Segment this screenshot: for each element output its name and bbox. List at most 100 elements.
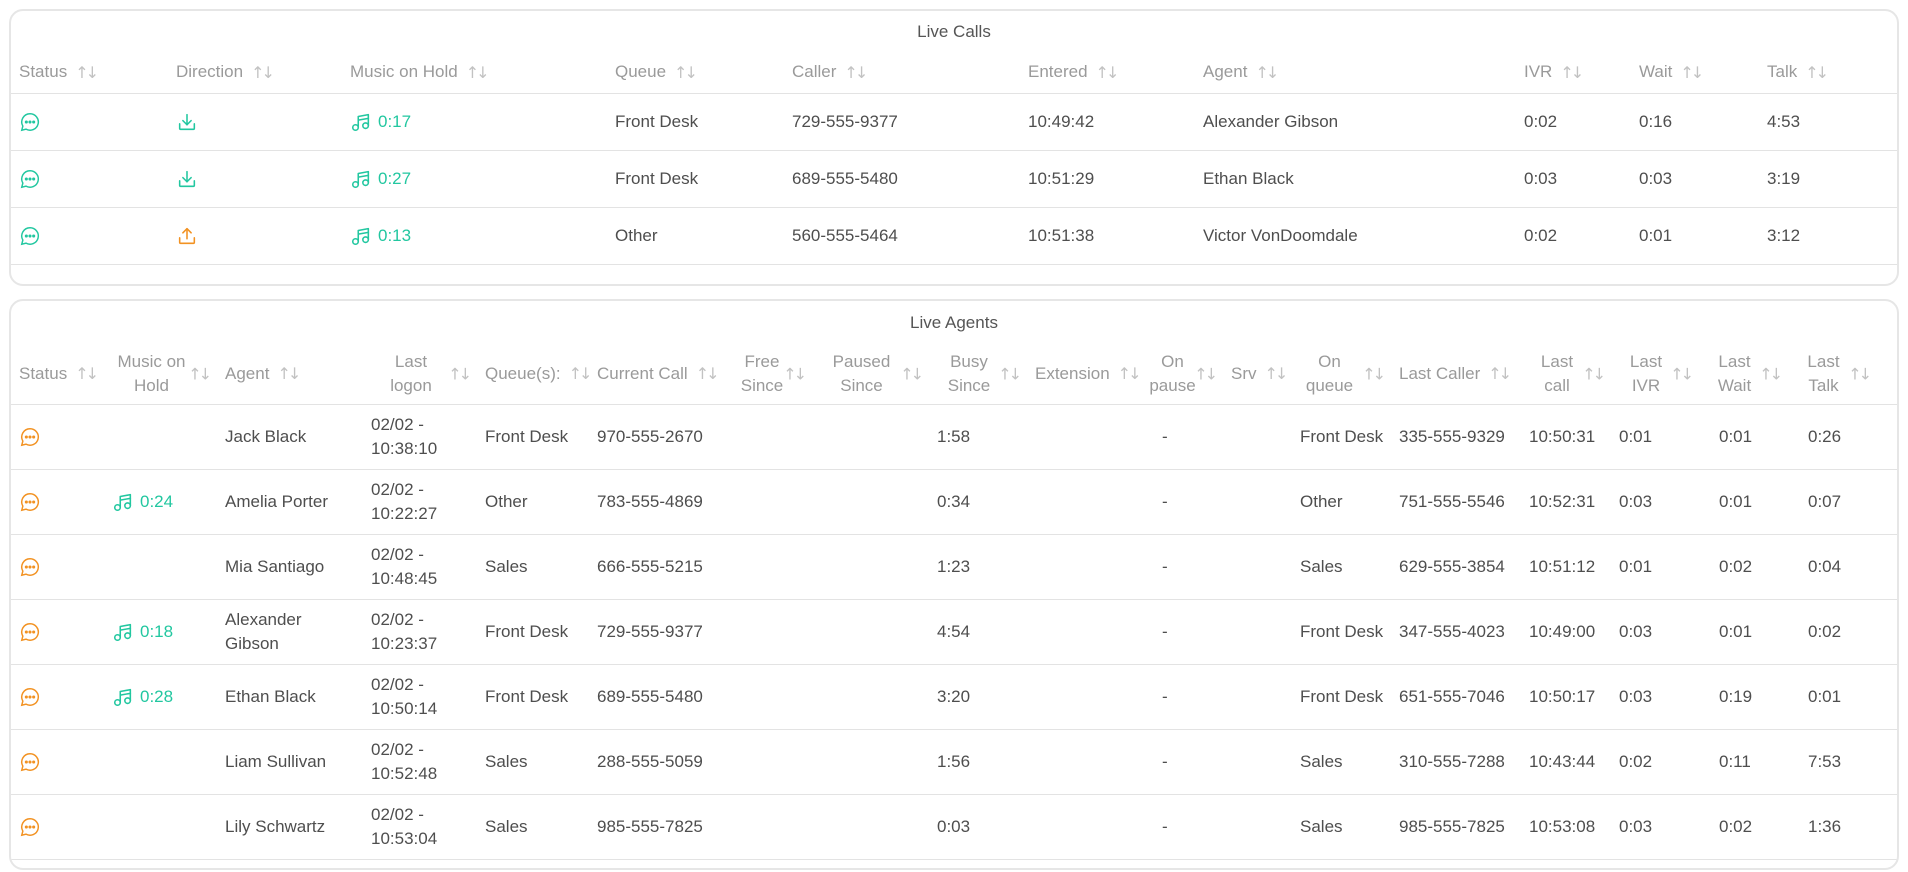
col-header-busy-since[interactable]: Busy Since ↑↓ [929,343,1027,404]
col-header-last-ivr[interactable]: Last IVR ↑↓ [1611,343,1699,404]
col-header-last-call[interactable]: Last call ↑↓ [1521,343,1611,404]
cell-talk: 3:19 [1759,151,1897,207]
agent-name: Mia Santiago [225,557,325,576]
last-ivr-time: 0:01 [1619,557,1653,576]
sort-icon[interactable]: ↑↓ [75,364,99,383]
sort-icon[interactable]: ↑↓ [466,63,490,82]
sort-icon[interactable]: ↑↓ [1680,63,1704,82]
busy-since-time: 3:20 [937,687,971,706]
entered-time: 10:49:42 [1028,112,1095,131]
sort-icon[interactable]: ↑↓ [1560,63,1584,82]
sort-icon[interactable]: ↑↓ [448,364,472,383]
sort-icon[interactable]: ↑↓ [900,364,924,383]
col-header-last-caller[interactable]: Last Caller ↑↓ [1391,343,1521,404]
cell-queues: Front Desk [477,405,589,469]
col-header-on-pause[interactable]: On pause ↑↓ [1140,343,1223,404]
sort-icon[interactable]: ↑↓ [783,364,807,383]
sort-icon[interactable]: ↑↓ [1670,364,1694,383]
current-call-number: 970-555-2670 [597,427,703,446]
sort-icon[interactable]: ↑↓ [75,63,99,82]
sort-icon[interactable]: ↑↓ [998,364,1022,383]
wait-time: 0:03 [1639,169,1673,188]
sort-icon[interactable]: ↑↓ [1759,364,1783,383]
last-caller-number: 629-555-3854 [1399,557,1505,576]
table-row[interactable]: Liam Sullivan 02/02 - 10:52:48 Sales 288-… [11,730,1897,795]
sort-icon[interactable]: ↑↓ [1805,63,1829,82]
col-header-queues[interactable]: Queue(s): ↑↓ [477,343,593,404]
table-row[interactable]: Jack Black 02/02 - 10:38:10 Front Desk 97… [11,405,1897,470]
col-header-direction[interactable]: Direction ↑↓ [168,51,342,93]
col-header-status[interactable]: Status ↑↓ [11,51,168,93]
sort-icon[interactable]: ↑↓ [1096,63,1120,82]
col-header-on-queue[interactable]: On queue ↑↓ [1286,343,1391,404]
sort-icon[interactable]: ↑↓ [674,63,698,82]
col-header-status[interactable]: Status ↑↓ [11,343,104,404]
cell-last-talk: 0:04 [1788,535,1877,599]
sort-icon[interactable]: ↑↓ [1265,364,1289,383]
last-call-time: 10:53:08 [1529,817,1596,836]
last-call-time: 10:51:12 [1529,557,1596,576]
col-header-wait[interactable]: Wait ↑↓ [1631,51,1759,93]
ivr-time: 0:02 [1524,226,1558,245]
table-row[interactable]: 0:17 Front Desk 729-555-9377 10:49:42 Al… [11,94,1897,151]
cell-agent: Jack Black [217,405,363,469]
table-row[interactable]: Lily Schwartz 02/02 - 10:53:04 Sales 985-… [11,795,1897,860]
queue-name: Front Desk [485,427,569,446]
sort-icon[interactable]: ↑↓ [1488,364,1512,383]
col-header-ivr[interactable]: IVR ↑↓ [1516,51,1631,93]
on-queue-name: Front Desk [1300,687,1384,706]
sort-icon[interactable]: ↑↓ [1848,364,1872,383]
sort-icon[interactable]: ↑↓ [188,364,212,383]
cell-paused-since [812,665,929,729]
sort-icon[interactable]: ↑↓ [1582,364,1606,383]
chat-bubble-icon [19,621,41,643]
last-ivr-time: 0:03 [1619,622,1653,641]
sort-icon[interactable]: ↑↓ [569,364,593,383]
cell-srv [1223,470,1286,534]
last-talk-time: 0:04 [1808,557,1842,576]
cell-free-since [730,535,812,599]
sort-icon[interactable]: ↑↓ [1362,364,1386,383]
col-header-caller[interactable]: Caller ↑↓ [784,51,1020,93]
table-row[interactable]: 0:18 Alexander Gibson 02/02 - 10:23:37 Fr… [11,600,1897,665]
col-header-srv[interactable]: Srv ↑↓ [1223,343,1289,404]
table-row[interactable]: 0:24 Amelia Porter 02/02 - 10:22:27 Other… [11,470,1897,535]
cell-caller: 560-555-5464 [784,208,1020,264]
cell-on-queue: Front Desk [1286,405,1391,469]
col-header-agent[interactable]: Agent ↑↓ [217,343,363,404]
music-note-icon [350,282,372,285]
col-header-free-since[interactable]: Free Since ↑↓ [730,343,812,404]
sort-icon[interactable]: ↑↓ [251,63,275,82]
cell-entered: 10:51:38 [1020,208,1195,264]
sort-icon[interactable]: ↑↓ [1118,364,1142,383]
col-header-last-logon[interactable]: Last logon ↑↓ [363,343,477,404]
sort-icon[interactable]: ↑↓ [1255,63,1279,82]
col-header-entered[interactable]: Entered ↑↓ [1020,51,1195,93]
cell-on-pause: - [1140,470,1223,534]
caller-number: 689-555-5480 [792,169,898,188]
last-caller-number: 751-555-5546 [1399,492,1505,511]
sort-icon[interactable]: ↑↓ [277,364,301,383]
col-header-music-on-hold[interactable]: Music on Hold ↑↓ [104,343,217,404]
table-row[interactable]: Mia Santiago 02/02 - 10:48:45 Sales 666-5… [11,535,1897,600]
col-header-talk[interactable]: Talk ↑↓ [1759,51,1897,93]
table-row[interactable]: 0:28 Ethan Black 02/02 - 10:50:14 Front D… [11,665,1897,730]
table-row[interactable]: 0:27 Front Desk 689-555-5480 10:51:29 Et… [11,151,1897,208]
col-header-last-wait[interactable]: Last Wait ↑↓ [1699,343,1788,404]
agent-name: Alexander Gibson [1203,112,1339,131]
col-header-agent[interactable]: Agent ↑↓ [1195,51,1516,93]
cell-wait: 0:16 [1631,94,1759,150]
live-agents-body: Jack Black 02/02 - 10:38:10 Front Desk 97… [11,405,1897,860]
cell-status [11,470,104,534]
col-header-queue[interactable]: Queue ↑↓ [607,51,784,93]
table-row[interactable]: 0:13 Other 560-555-5464 10:51:38 Victor … [11,208,1897,265]
col-header-current-call[interactable]: Current Call ↑↓ [589,343,730,404]
sort-icon[interactable]: ↑↓ [1194,364,1218,383]
col-header-music-on-hold[interactable]: Music on Hold ↑↓ [342,51,607,93]
sort-icon[interactable]: ↑↓ [844,63,868,82]
cell-queues: Sales [477,535,589,599]
col-header-paused-since[interactable]: Paused Since ↑↓ [812,343,929,404]
col-header-last-talk[interactable]: Last Talk ↑↓ [1788,343,1877,404]
sort-icon[interactable]: ↑↓ [696,364,720,383]
col-header-extension[interactable]: Extension ↑↓ [1027,343,1142,404]
